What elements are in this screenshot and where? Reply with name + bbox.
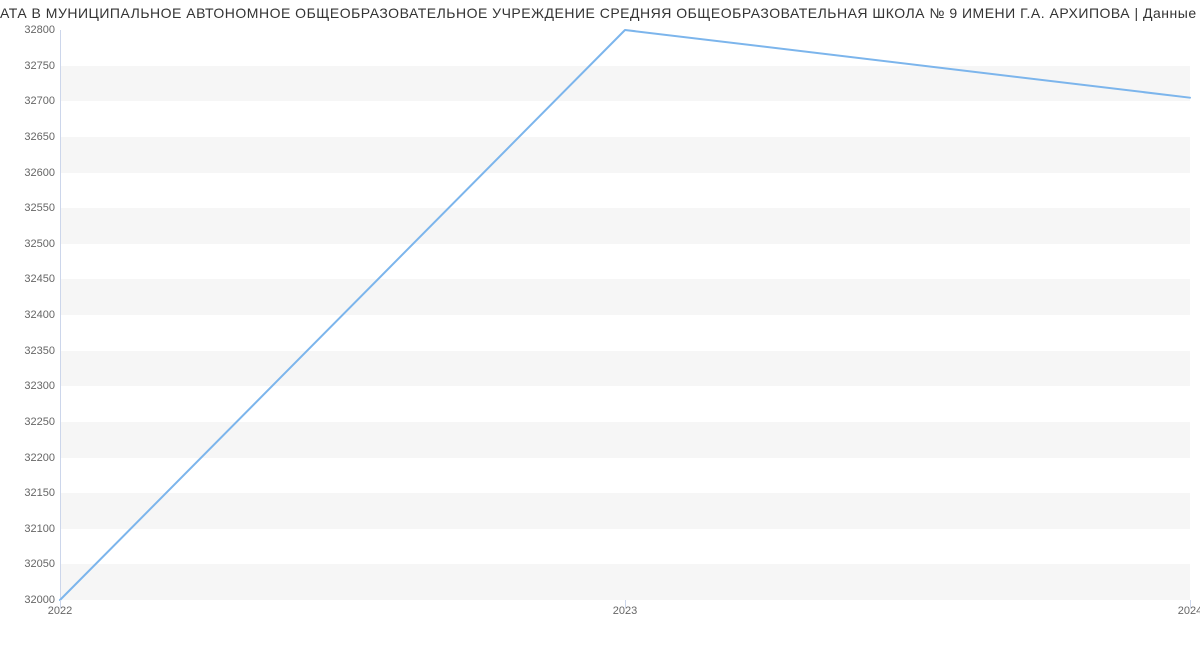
y-tick-label: 32250: [24, 416, 55, 428]
y-tick-label: 32500: [24, 238, 55, 250]
data-line: [60, 30, 1190, 600]
y-tick-label: 32400: [24, 309, 55, 321]
y-tick-label: 32750: [24, 60, 55, 72]
line-series-layer: [60, 30, 1190, 600]
y-tick-label: 32300: [24, 380, 55, 392]
y-tick-label: 32200: [24, 452, 55, 464]
x-tick-mark: [60, 600, 61, 608]
chart-container: АТА В МУНИЦИПАЛЬНОЕ АВТОНОМНОЕ ОБЩЕОБРАЗ…: [0, 0, 1200, 650]
y-tick-label: 32650: [24, 131, 55, 143]
x-tick-mark: [625, 600, 626, 608]
chart-title: АТА В МУНИЦИПАЛЬНОЕ АВТОНОМНОЕ ОБЩЕОБРАЗ…: [0, 5, 1200, 21]
y-tick-label: 32050: [24, 558, 55, 570]
y-tick-label: 32550: [24, 202, 55, 214]
y-tick-label: 32100: [24, 523, 55, 535]
y-tick-label: 32450: [24, 273, 55, 285]
y-tick-label: 32600: [24, 167, 55, 179]
y-tick-label: 32150: [24, 487, 55, 499]
y-tick-label: 32700: [24, 95, 55, 107]
x-tick-mark: [1190, 600, 1191, 608]
y-tick-label: 32800: [24, 24, 55, 36]
y-tick-label: 32350: [24, 345, 55, 357]
x-tick-label: 2024: [1178, 605, 1200, 617]
